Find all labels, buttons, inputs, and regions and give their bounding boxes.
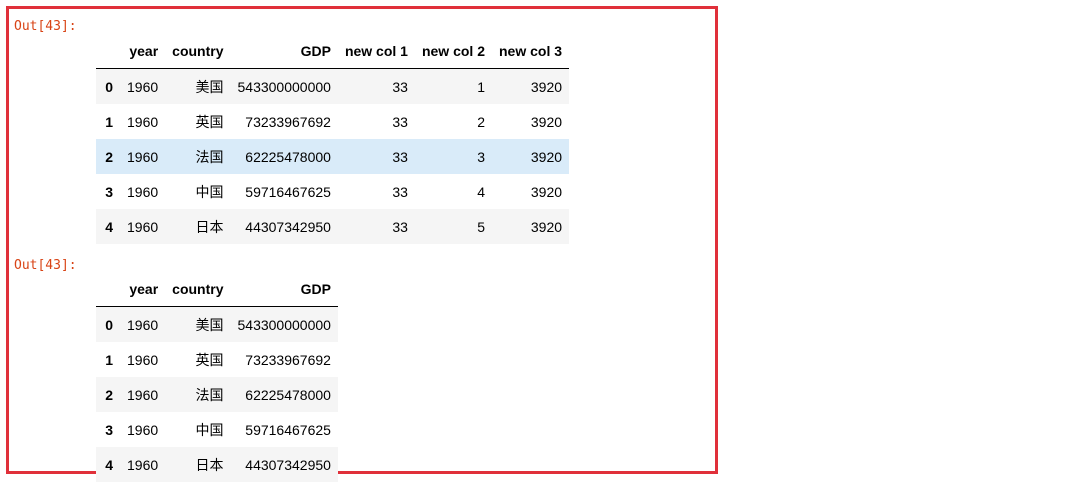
- table-cell: 美国: [195, 78, 224, 95]
- table-cell: 33: [392, 218, 408, 235]
- table-cell: 1960: [127, 113, 159, 130]
- column-header: new col 1: [337, 33, 415, 69]
- table-cell: 3: [477, 148, 485, 165]
- table-cell: 33: [392, 183, 408, 200]
- table-cell: 33: [392, 148, 408, 165]
- table-cell: 33: [392, 78, 408, 95]
- table-cell: 中国: [195, 421, 224, 438]
- table-cell: 59716467625: [245, 183, 331, 200]
- table-row: 4 1960 日本 44307342950 33 5 3920: [96, 209, 570, 244]
- table-row: 0 1960 美国 543300000000: [96, 306, 338, 342]
- table-cell: 美国: [195, 316, 224, 333]
- table-cell: 英国: [195, 351, 224, 368]
- table-cell: 3920: [530, 218, 563, 235]
- column-header: year: [120, 33, 166, 69]
- table-cell: 62225478000: [245, 386, 331, 403]
- column-header: GDP: [230, 271, 338, 307]
- table-row: 3 1960 中国 59716467625: [96, 412, 338, 447]
- table-cell: 1: [477, 78, 485, 95]
- table-cell: 73233967692: [245, 351, 331, 368]
- row-index: 2: [105, 148, 113, 165]
- table-cell: 1960: [127, 218, 159, 235]
- header-row: year country GDP: [96, 271, 338, 307]
- table-cell: 5: [477, 218, 485, 235]
- row-index: 0: [105, 316, 113, 333]
- table-cell: 1960: [127, 183, 159, 200]
- table-cell: 1960: [127, 148, 159, 165]
- column-header: year: [120, 271, 166, 307]
- row-index: 3: [105, 421, 113, 438]
- table-cell: 1960: [127, 316, 159, 333]
- table-cell: 中国: [195, 183, 224, 200]
- output-prompt-1: Out[43]:: [14, 19, 77, 34]
- table-cell: 3920: [530, 183, 563, 200]
- table-cell: 44307342950: [245, 456, 331, 473]
- table-cell: 1960: [127, 421, 159, 438]
- table-cell: 59716467625: [245, 421, 331, 438]
- table-cell: 543300000000: [237, 316, 331, 333]
- table-cell: 62225478000: [245, 148, 331, 165]
- column-header: GDP: [230, 33, 338, 69]
- header-row: year country GDP new col 1 new col 2 new col …: [96, 33, 570, 69]
- table-row: 2 1960 法国 62225478000: [96, 377, 338, 412]
- table-row: 1 1960 英国 73233967692 33 2 3920: [96, 104, 570, 139]
- table-cell: 日本: [195, 456, 224, 473]
- row-index: 4: [105, 218, 113, 235]
- row-index: 1: [105, 113, 113, 130]
- dataframe-table-2: year country GDP 0 1960 美国 543300000000 1 1960 英…: [96, 271, 338, 482]
- table-cell: 3920: [530, 78, 563, 95]
- table-cell: 44307342950: [245, 218, 331, 235]
- table-cell: 4: [477, 183, 485, 200]
- row-index: 3: [105, 183, 113, 200]
- output-prompt-2: Out[43]:: [14, 258, 77, 273]
- table-cell: 法国: [195, 148, 224, 165]
- table-cell: 日本: [195, 218, 224, 235]
- table-row: 3 1960 中国 59716467625 33 4 3920: [96, 174, 570, 209]
- table-cell: 1960: [127, 351, 159, 368]
- table-cell: 1960: [127, 456, 159, 473]
- table-cell: 543300000000: [237, 78, 331, 95]
- table-cell: 33: [392, 113, 408, 130]
- column-header: new col 3: [492, 33, 570, 69]
- table-cell: 73233967692: [245, 113, 331, 130]
- table-row: 2 1960 法国 62225478000 33 3 3920: [96, 139, 570, 174]
- table-cell: 1960: [127, 386, 159, 403]
- table-row: 1 1960 英国 73233967692: [96, 342, 338, 377]
- table-row: 0 1960 美国 543300000000 33 1 3920: [96, 68, 570, 104]
- column-header: new col 2: [414, 33, 492, 69]
- table-cell: 法国: [195, 386, 224, 403]
- table-cell: 英国: [195, 113, 224, 130]
- row-index: 4: [105, 456, 113, 473]
- index-corner-cell: [96, 33, 120, 69]
- table-cell: 2: [477, 113, 485, 130]
- table-cell: 3920: [530, 148, 563, 165]
- row-index: 1: [105, 351, 113, 368]
- table-row: 4 1960 日本 44307342950: [96, 447, 338, 482]
- row-index: 0: [105, 78, 113, 95]
- table-cell: 1960: [127, 78, 159, 95]
- column-header: country: [165, 33, 231, 69]
- index-corner-cell: [96, 271, 120, 307]
- table-cell: 3920: [530, 113, 563, 130]
- dataframe-table-1: year country GDP new col 1 new col 2 new col …: [96, 33, 570, 244]
- column-header: country: [165, 271, 231, 307]
- output-highlight-frame: Out[43]: year country GDP new col 1 new col …: [6, 6, 718, 482]
- row-index: 2: [105, 386, 113, 403]
